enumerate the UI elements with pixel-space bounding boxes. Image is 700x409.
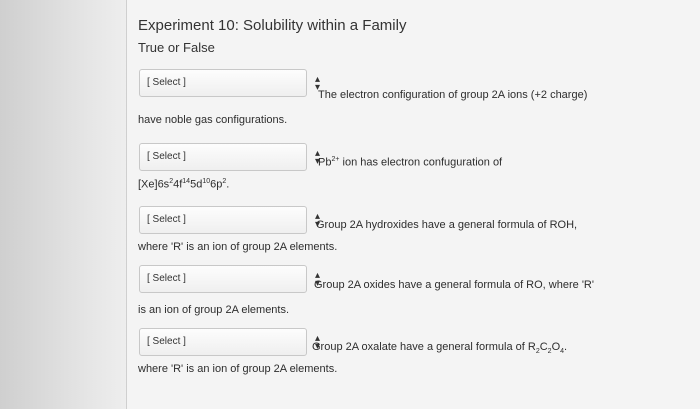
config-part: . (226, 178, 230, 191)
left-margin (0, 0, 128, 409)
select-label: [ Select ] (147, 273, 186, 284)
select-label: [ Select ] (147, 77, 186, 88)
question-4-text: Group 2A oxides have a general formula o… (314, 279, 594, 291)
config-part: 5d (190, 178, 203, 191)
page-title: Experiment 10: Solubility within a Famil… (138, 17, 407, 34)
config-part: 6p (210, 178, 223, 191)
answer-select-2[interactable]: [ Select ] ▴ ▾ (139, 143, 320, 171)
formula-part: . (564, 341, 568, 353)
select-label: [ Select ] (147, 214, 186, 225)
answer-select-3[interactable]: [ Select ] ▴ ▾ (139, 206, 320, 234)
question-2-text: Pb2+ ion has electron confuguration of (318, 156, 502, 169)
config-sup: 14 (182, 178, 191, 185)
question-4-continuation: is an ion of group 2A elements. (138, 304, 290, 316)
section-subtitle: True or False (138, 40, 215, 55)
answer-select-1[interactable]: [ Select ] ▴ ▾ (139, 69, 320, 97)
config-part: [Xe]6s (138, 178, 170, 191)
select-label: [ Select ] (147, 336, 186, 347)
question-3-continuation: where 'R' is an ion of group 2A elements… (138, 241, 338, 253)
question-5-continuation: where 'R' is an ion of group 2A elements… (138, 363, 338, 375)
question-2-suffix: ion has electron confuguration of (339, 156, 503, 169)
config-sup: 10 (202, 178, 211, 185)
question-1-continuation: have noble gas configurations. (138, 114, 288, 126)
question-2-continuation: [Xe]6s24f145d106p2. (138, 178, 229, 191)
pb-label: Pb (318, 156, 332, 169)
config-part: 4f (173, 178, 183, 191)
question-5-text: Group 2A oxalate have a general formula … (312, 341, 567, 355)
formula-part: O (551, 341, 561, 353)
question-1-text: The electron configuration of group 2A i… (318, 89, 588, 101)
question-3-text: Group 2A hydroxides have a general formu… (316, 219, 578, 231)
formula-part: Group 2A oxalate have a general formula … (312, 341, 536, 353)
formula-part: C (539, 341, 548, 353)
answer-select-4[interactable]: [ Select ] ▴ ▾ (139, 265, 320, 293)
select-label: [ Select ] (147, 151, 186, 162)
answer-select-5[interactable]: [ Select ] ▴ ▾ (139, 328, 320, 356)
